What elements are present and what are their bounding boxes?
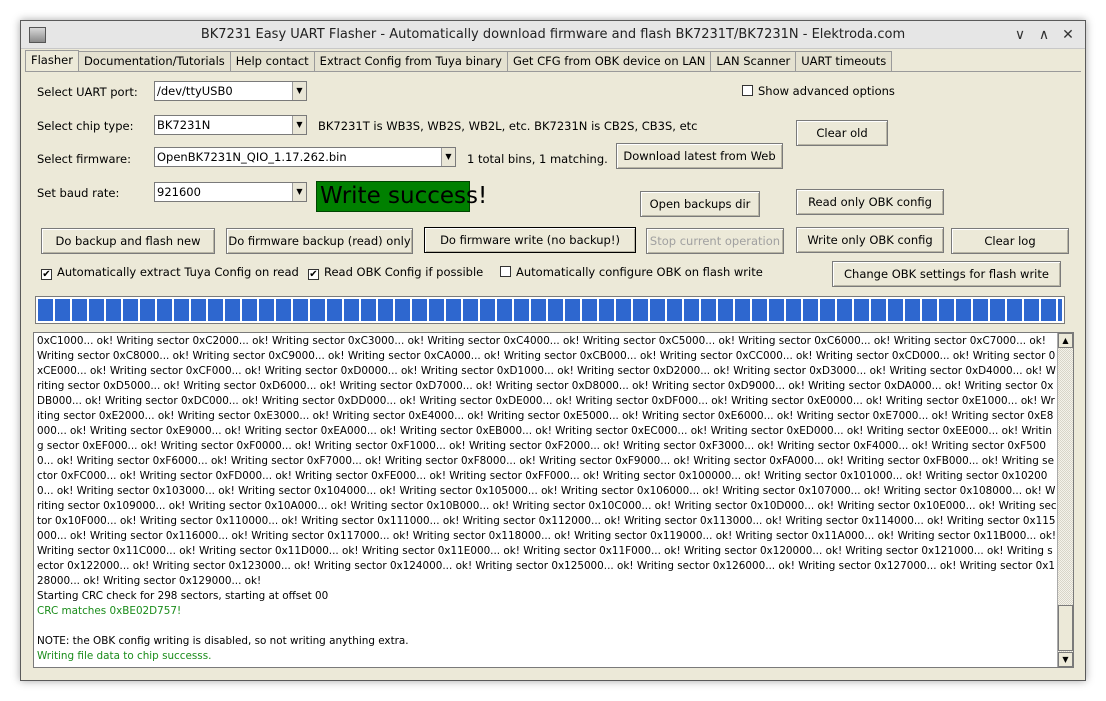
scroll-thumb[interactable] <box>1058 605 1073 651</box>
baud-select[interactable]: 921600 ▼ <box>154 182 307 202</box>
log-line: Starting CRC check for 298 sectors, star… <box>37 590 329 602</box>
log-area[interactable]: 0xC1000... ok! Writing sector 0xC2000...… <box>33 332 1074 668</box>
log-line: 0xC1000... ok! Writing sector 0xC2000...… <box>37 335 1057 587</box>
tab-documentation[interactable]: Documentation/Tutorials <box>77 51 231 71</box>
stop-operation-button[interactable]: Stop current operation <box>646 228 784 254</box>
auto-configure-checkbox[interactable]: Automatically configure OBK on flash wri… <box>500 266 763 279</box>
firmware-backup-button[interactable]: Do firmware backup (read) only <box>226 228 413 254</box>
window-title: BK7231 Easy UART Flasher - Automatically… <box>200 27 906 42</box>
check-icon[interactable]: ✔ <box>308 269 319 280</box>
chevron-down-icon[interactable]: ▼ <box>292 116 306 134</box>
uart-select[interactable]: /dev/ttyUSB0 ▼ <box>154 81 307 101</box>
show-advanced-checkbox[interactable]: Show advanced options <box>742 85 895 98</box>
check-icon[interactable]: ✔ <box>41 269 52 280</box>
tab-lan-scanner[interactable]: LAN Scanner <box>710 51 797 71</box>
tab-help-contact[interactable]: Help contact <box>229 51 315 71</box>
progress-fill <box>38 299 1062 321</box>
clear-old-button[interactable]: Clear old <box>796 120 888 146</box>
log-line: Writing file data to chip successs. <box>37 650 212 662</box>
scroll-up-icon[interactable]: ▲ <box>1058 333 1073 348</box>
firmware-label: Select firmware: <box>37 152 131 166</box>
change-obk-settings-button[interactable]: Change OBK settings for flash write <box>832 261 1061 287</box>
backup-and-flash-button[interactable]: Do backup and flash new <box>41 228 215 254</box>
checkbox-box[interactable] <box>500 266 511 277</box>
tab-get-cfg[interactable]: Get CFG from OBK device on LAN <box>506 51 712 71</box>
firmware-write-button[interactable]: Do firmware write (no backup!) <box>424 227 636 253</box>
flasher-window: BK7231 Easy UART Flasher - Automatically… <box>20 20 1086 681</box>
clear-log-button[interactable]: Clear log <box>951 228 1069 254</box>
tab-bar: Flasher Documentation/Tutorials Help con… <box>25 50 893 71</box>
minimize-icon[interactable]: ∨ <box>1010 25 1030 45</box>
auto-configure-label: Automatically configure OBK on flash wri… <box>516 265 763 279</box>
auto-extract-checkbox[interactable]: ✔ Automatically extract Tuya Config on re… <box>41 266 299 280</box>
close-icon[interactable]: ✕ <box>1058 25 1078 45</box>
log-line: CRC matches 0xBE02D757! <box>37 605 182 617</box>
progress-bar <box>35 296 1065 324</box>
chevron-down-icon[interactable]: ▼ <box>441 148 455 166</box>
read-obk-config-button[interactable]: Read only OBK config <box>796 189 944 215</box>
log-scrollbar[interactable]: ▲ ▼ <box>1057 333 1073 667</box>
chevron-down-icon[interactable]: ▼ <box>292 82 306 100</box>
firmware-select[interactable]: OpenBK7231N_QIO_1.17.262.bin ▼ <box>154 147 456 167</box>
read-obk-checkbox[interactable]: ✔ Read OBK Config if possible <box>308 266 483 280</box>
chip-value: BK7231N <box>157 118 211 132</box>
checkbox-box[interactable] <box>742 85 753 96</box>
maximize-icon[interactable]: ∧ <box>1034 25 1054 45</box>
status-badge: Write success! <box>316 181 487 212</box>
firmware-hint: 1 total bins, 1 matching. <box>467 152 608 166</box>
tab-extract-config[interactable]: Extract Config from Tuya binary <box>313 51 508 71</box>
log-text: 0xC1000... ok! Writing sector 0xC2000...… <box>37 334 1057 664</box>
chip-label: Select chip type: <box>37 119 134 133</box>
read-obk-label: Read OBK Config if possible <box>324 265 484 279</box>
auto-extract-label: Automatically extract Tuya Config on rea… <box>57 265 299 279</box>
tab-divider <box>25 71 1081 72</box>
chevron-down-icon[interactable]: ▼ <box>292 183 306 201</box>
chip-select[interactable]: BK7231N ▼ <box>154 115 307 135</box>
scroll-down-icon[interactable]: ▼ <box>1058 652 1073 667</box>
tab-flasher[interactable]: Flasher <box>25 50 79 71</box>
baud-label: Set baud rate: <box>37 186 120 200</box>
firmware-value: OpenBK7231N_QIO_1.17.262.bin <box>157 150 347 164</box>
download-latest-button[interactable]: Download latest from Web <box>616 143 783 169</box>
open-backups-button[interactable]: Open backups dir <box>640 191 760 217</box>
title-bar[interactable]: BK7231 Easy UART Flasher - Automatically… <box>21 21 1085 49</box>
chip-hint: BK7231T is WB3S, WB2S, WB2L, etc. BK7231… <box>318 119 698 133</box>
write-obk-config-button[interactable]: Write only OBK config <box>796 227 944 253</box>
uart-value: /dev/ttyUSB0 <box>157 84 233 98</box>
tab-uart-timeouts[interactable]: UART timeouts <box>795 51 893 71</box>
log-line: NOTE: the OBK config writing is disabled… <box>37 635 409 647</box>
uart-label: Select UART port: <box>37 85 138 99</box>
baud-value: 921600 <box>157 185 201 199</box>
show-advanced-label: Show advanced options <box>758 84 895 98</box>
